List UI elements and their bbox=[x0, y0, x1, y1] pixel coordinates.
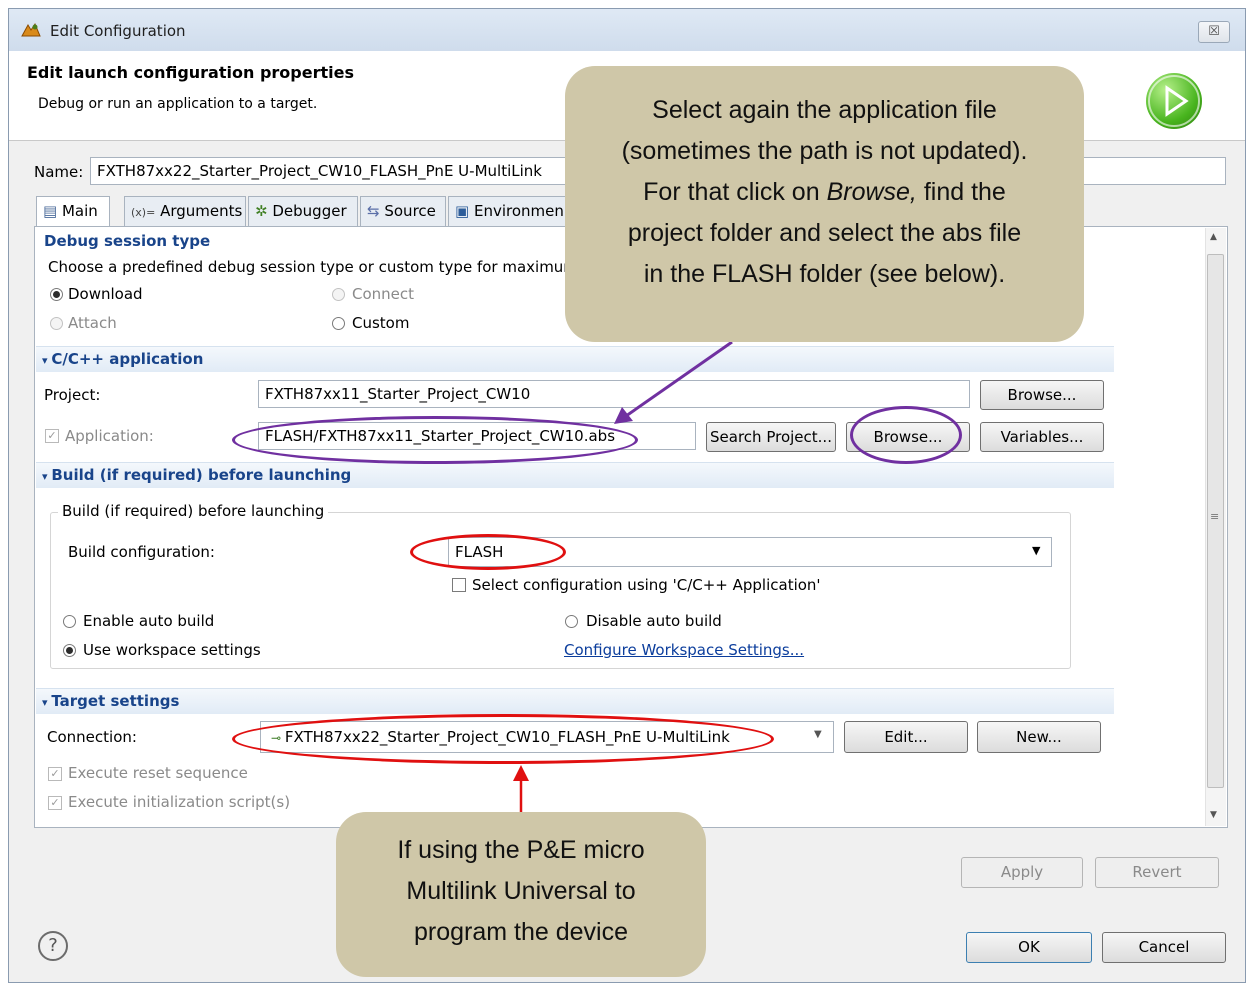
top-callout-line-3c: find the bbox=[916, 178, 1006, 206]
top-callout-line-3a: For that click on bbox=[643, 178, 827, 206]
bottom-callout-line-2: Multilink Universal to bbox=[406, 877, 636, 905]
top-callout-line-5: in the FLASH folder (see below). bbox=[643, 260, 1006, 288]
top-callout-line-2: (sometimes the path is not updated). bbox=[621, 137, 1028, 165]
top-callout-line-1: Select again the application file bbox=[652, 96, 997, 124]
bottom-callout-line-3: program the device bbox=[413, 918, 628, 946]
top-callout-line-3b: Browse, bbox=[826, 178, 917, 206]
red-arrow-head bbox=[513, 765, 529, 781]
top-callout: Select again the application file (somet… bbox=[565, 66, 1084, 342]
top-callout-line-4: project folder and select the abs file bbox=[627, 219, 1022, 247]
purple-arrow-line bbox=[625, 340, 733, 418]
bottom-callout-line-1: If using the P&E micro bbox=[397, 836, 645, 864]
top-callout-line-3: For that click on Browse, find the bbox=[565, 172, 1084, 213]
purple-arrow-head bbox=[614, 407, 633, 424]
bottom-callout: If using the P&E micro Multilink Univers… bbox=[336, 812, 706, 977]
